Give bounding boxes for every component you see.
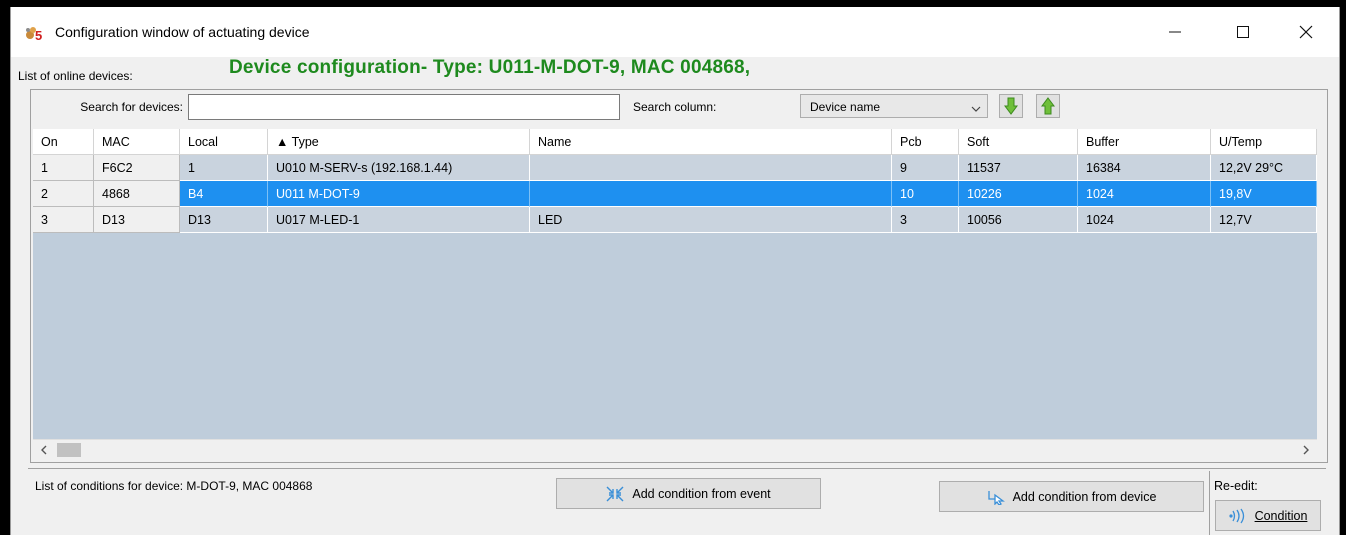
- conditions-list-label: List of conditions for device: M-DOT-9, …: [35, 479, 313, 493]
- cell-on: 2: [33, 181, 94, 207]
- maximize-icon: [1237, 26, 1249, 38]
- cell-pcb: 10: [892, 181, 959, 207]
- cell-utemp: 12,2V 29°C: [1211, 155, 1317, 181]
- table-row-selected[interactable]: 2 4868 B4 U011 M-DOT-9 10 10226 1024 19,…: [33, 181, 1317, 207]
- search-column-select[interactable]: Device name: [800, 94, 988, 118]
- cell-soft: 11537: [959, 155, 1078, 181]
- minimize-icon: [1169, 31, 1181, 33]
- search-column-label: Search column:: [633, 100, 717, 114]
- add-condition-from-device-label: Add condition from device: [1012, 489, 1157, 504]
- cell-buffer: 16384: [1078, 155, 1211, 181]
- column-header-buffer[interactable]: Buffer: [1078, 129, 1211, 155]
- cell-buffer: 1024: [1078, 207, 1211, 233]
- column-header-soft[interactable]: Soft: [959, 129, 1078, 155]
- cell-buffer: 1024: [1078, 181, 1211, 207]
- divider: [1209, 471, 1210, 535]
- arrow-up-icon: [1041, 97, 1055, 115]
- condition-label: Condition: [1254, 508, 1308, 523]
- search-input[interactable]: [188, 94, 620, 120]
- cell-name: [530, 155, 892, 181]
- cell-mac: D13: [94, 207, 180, 233]
- cell-mac: 4868: [94, 181, 180, 207]
- cell-name: [530, 181, 892, 207]
- search-column-value: Device name: [810, 100, 881, 114]
- svg-text:5: 5: [35, 28, 42, 41]
- cell-soft: 10226: [959, 181, 1078, 207]
- reedit-label: Re-edit:: [1214, 479, 1258, 493]
- cell-pcb: 3: [892, 207, 959, 233]
- column-header-on[interactable]: On: [33, 129, 94, 155]
- column-header-local[interactable]: Local: [180, 129, 268, 155]
- cell-name: LED: [530, 207, 892, 233]
- sort-up-button[interactable]: [1036, 94, 1060, 118]
- maximize-button[interactable]: [1220, 7, 1266, 57]
- devices-table: On MAC Local ▲ Type Name Pcb Soft Buffer…: [33, 129, 1317, 439]
- cell-soft: 10056: [959, 207, 1078, 233]
- horizontal-scrollbar[interactable]: [33, 439, 1317, 460]
- signal-waves-icon: [1228, 508, 1244, 523]
- arrow-down-icon: [1004, 97, 1018, 115]
- divider: [28, 468, 1326, 469]
- cell-local: 1: [180, 155, 268, 181]
- chevron-down-icon: [971, 102, 981, 116]
- title-bar: 5 Configuration window of actuating devi…: [11, 7, 1339, 57]
- collapse-arrows-icon: [606, 486, 624, 501]
- device-config-header: Device configuration- Type: U011-M-DOT-9…: [229, 57, 751, 78]
- cell-mac: F6C2: [94, 155, 180, 181]
- online-devices-label: List of online devices:: [18, 69, 133, 83]
- table-row[interactable]: 3 D13 D13 U017 M-LED-1 LED 3 10056 1024 …: [33, 207, 1317, 233]
- window-title: Configuration window of actuating device: [55, 24, 310, 40]
- cell-type: U017 M-LED-1: [268, 207, 530, 233]
- column-header-pcb[interactable]: Pcb: [892, 129, 959, 155]
- column-header-mac[interactable]: MAC: [94, 129, 180, 155]
- cell-utemp: 12,7V: [1211, 207, 1317, 233]
- config-window: 5 Configuration window of actuating devi…: [10, 7, 1340, 535]
- scroll-left-icon[interactable]: [37, 443, 51, 457]
- close-icon: [1299, 25, 1313, 39]
- cell-type: U010 M-SERV-s (192.168.1.44): [268, 155, 530, 181]
- select-pointer-icon: [987, 490, 1005, 505]
- column-header-utemp[interactable]: U/Temp: [1211, 129, 1317, 155]
- app-icon: 5: [25, 25, 45, 43]
- table-row[interactable]: 1 F6C2 1 U010 M-SERV-s (192.168.1.44) 9 …: [33, 155, 1317, 181]
- sort-down-button[interactable]: [999, 94, 1023, 118]
- cell-utemp: 19,8V: [1211, 181, 1317, 207]
- add-condition-from-device-button[interactable]: Add condition from device: [939, 481, 1204, 512]
- scrollbar-thumb[interactable]: [57, 443, 81, 457]
- search-devices-label: Search for devices:: [80, 100, 183, 114]
- minimize-button[interactable]: [1152, 7, 1198, 57]
- column-header-name[interactable]: Name: [530, 129, 892, 155]
- cell-local: D13: [180, 207, 268, 233]
- condition-button[interactable]: Condition: [1215, 500, 1321, 531]
- cell-type: U011 M-DOT-9: [268, 181, 530, 207]
- add-condition-from-event-button[interactable]: Add condition from event: [556, 478, 821, 509]
- close-button[interactable]: [1283, 7, 1329, 57]
- cell-pcb: 9: [892, 155, 959, 181]
- cell-on: 3: [33, 207, 94, 233]
- add-condition-from-event-label: Add condition from event: [632, 486, 771, 501]
- table-header: On MAC Local ▲ Type Name Pcb Soft Buffer…: [33, 129, 1317, 155]
- scroll-right-icon[interactable]: [1299, 443, 1313, 457]
- cell-on: 1: [33, 155, 94, 181]
- column-header-type[interactable]: ▲ Type: [268, 129, 530, 155]
- cell-local: B4: [180, 181, 268, 207]
